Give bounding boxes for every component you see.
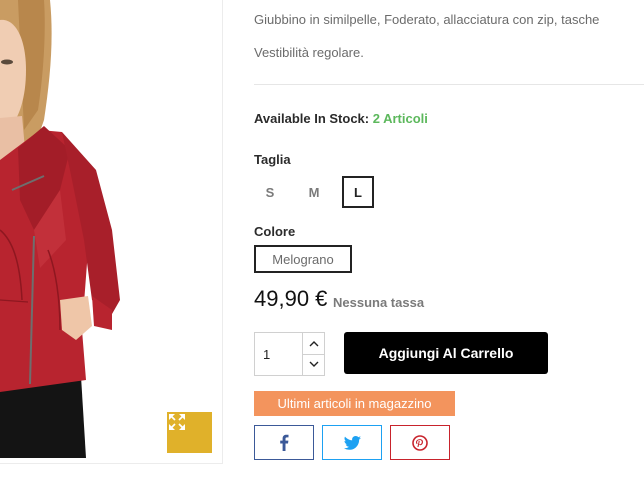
pinterest-icon — [412, 434, 428, 451]
chevron-down-icon — [309, 361, 318, 368]
size-label: Taglia — [254, 152, 291, 167]
add-to-cart-button[interactable]: Aggiungi Al Carrello — [344, 332, 548, 374]
color-option-melograno[interactable]: Melograno — [254, 245, 352, 273]
share-twitter-button[interactable] — [322, 425, 382, 460]
stock-label: Available In Stock: — [254, 111, 370, 126]
share-facebook-button[interactable] — [254, 425, 314, 460]
chevron-up-icon — [309, 340, 318, 347]
twitter-icon — [343, 435, 361, 450]
product-fit: Vestibilità regolare. — [254, 45, 364, 60]
quantity-arrows — [303, 333, 324, 375]
facebook-icon — [280, 434, 289, 451]
product-image[interactable] — [0, 0, 223, 464]
size-option-s[interactable]: S — [254, 176, 286, 208]
tax-note: Nessuna tassa — [333, 295, 425, 310]
size-option-l[interactable]: L — [342, 176, 374, 208]
stock-quantity: 2 Articoli — [372, 111, 428, 126]
quantity-input[interactable] — [255, 333, 303, 375]
low-stock-badge: Ultimi articoli in magazzino — [254, 391, 455, 416]
quantity-decrease-button[interactable] — [303, 353, 324, 376]
divider — [254, 84, 644, 85]
product-photo — [0, 0, 120, 458]
color-label: Colore — [254, 224, 296, 239]
expand-icon — [169, 414, 185, 430]
stock-availability: Available In Stock: 2 Articoli — [254, 111, 428, 126]
product-price: 49,90 € — [254, 286, 328, 311]
share-pinterest-button[interactable] — [390, 425, 450, 460]
quantity-increase-button[interactable] — [303, 333, 324, 354]
product-description: Giubbino in similpelle, Foderato, allacc… — [254, 12, 600, 27]
zoom-button[interactable] — [167, 412, 212, 453]
quantity-stepper — [254, 332, 325, 376]
size-option-m[interactable]: M — [298, 176, 330, 208]
